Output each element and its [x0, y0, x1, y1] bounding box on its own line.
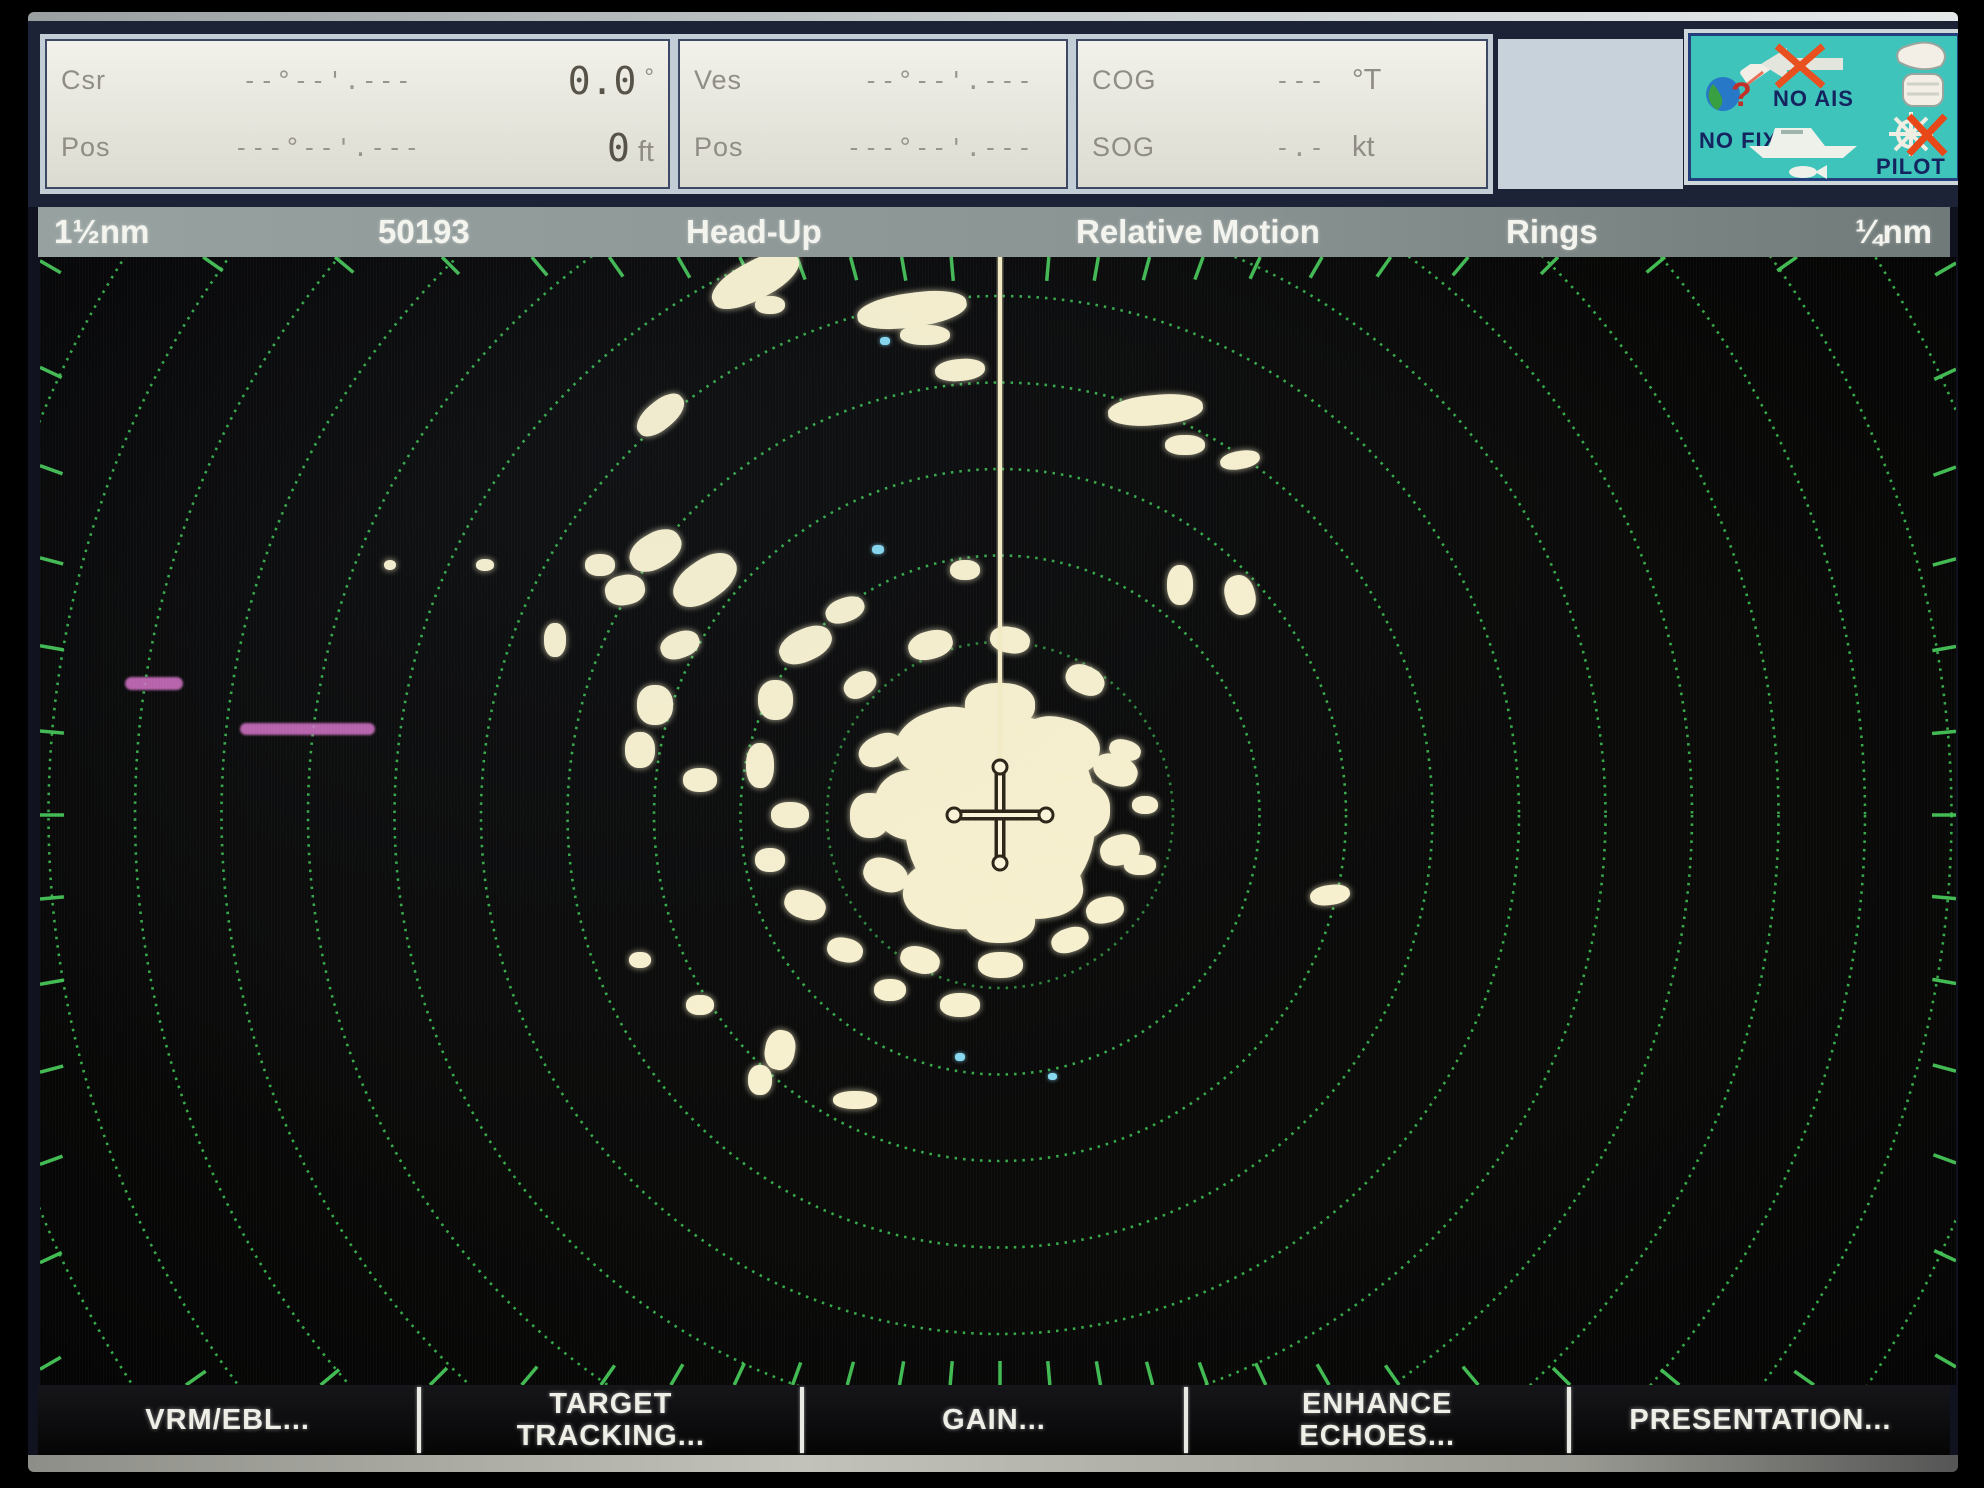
cog-label: COG: [1092, 65, 1192, 96]
motion-mode[interactable]: Relative Motion: [1076, 213, 1320, 251]
cursor-pos-placeholder: ---°--'.---: [161, 133, 494, 162]
orientation-mode[interactable]: Head-Up: [686, 213, 822, 251]
radar-screen: Csr --°--'.--- 0.0° Pos ---°--'.--- 0ft …: [28, 12, 1958, 1472]
vessel-position-placeholder: --°--'.---: [794, 66, 1052, 95]
cursor-depth-value: 0: [607, 126, 630, 170]
boat-icon: [1745, 118, 1865, 162]
status-bar: 1½nm 50193 Head-Up Relative Motion Rings…: [38, 207, 1950, 257]
vessel-pos-placeholder: ---°--'.---: [794, 133, 1052, 162]
cog-unit: °T: [1352, 64, 1472, 97]
header: Csr --°--'.--- 0.0° Pos ---°--'.--- 0ft …: [28, 21, 1958, 207]
sog-label: SOG: [1092, 132, 1192, 163]
menu-presentation[interactable]: PRESENTATION...: [1571, 1385, 1950, 1455]
pilot-label: PILOT: [1876, 154, 1946, 180]
screen-top-bezel: [28, 12, 1958, 21]
hand-icon: [1889, 40, 1951, 112]
softkey-menu: VRM/EBL... TARGET TRACKING... GAIN... EN…: [38, 1385, 1950, 1455]
vessel-panel: Ves --°--'.--- Pos ---°--'.---: [678, 39, 1068, 189]
sog-unit: kt: [1352, 131, 1472, 164]
nav-panel: COG --- °T SOG -.- kt: [1076, 39, 1488, 189]
no-ais-label: NO AIS: [1773, 86, 1854, 112]
menu-vrm-ebl[interactable]: VRM/EBL...: [38, 1385, 417, 1455]
vessel-label: Ves: [694, 65, 794, 96]
menu-target-tracking[interactable]: TARGET TRACKING...: [421, 1385, 800, 1455]
cursor-depth-unit: ft: [638, 136, 654, 168]
no-ais-icon: [1757, 42, 1847, 90]
menu-enhance-echoes[interactable]: ENHANCE ECHOES...: [1188, 1385, 1567, 1455]
screen-bottom-bezel: [28, 1455, 1958, 1472]
radar-viewport[interactable]: [40, 257, 1956, 1385]
rings-label[interactable]: Rings: [1506, 213, 1598, 251]
svg-text:?: ?: [1731, 76, 1752, 114]
cursor-cross: [947, 760, 1053, 870]
header-filler: [1498, 39, 1683, 189]
display-id: 50193: [378, 213, 470, 251]
rings-interval[interactable]: ¼nm: [1855, 213, 1932, 251]
cursor-panel: Csr --°--'.--- 0.0° Pos ---°--'.--- 0ft: [45, 39, 670, 189]
fish-icon: [1787, 164, 1827, 180]
vessel-pos-label: Pos: [694, 132, 794, 163]
range-scale[interactable]: 1½nm: [54, 213, 149, 251]
cursor-bearing-label: Csr: [61, 65, 161, 96]
status-icon-box: ? NO FIX NO AIS: [1688, 33, 1958, 181]
cursor-bearing-value: 0.0: [568, 59, 637, 103]
cog-value: ---: [1192, 66, 1344, 95]
cursor-pos-label: Pos: [61, 132, 161, 163]
cursor-bearing-unit: °: [644, 64, 654, 92]
menu-gain[interactable]: GAIN...: [804, 1385, 1183, 1455]
heading-cursor-layer: [40, 257, 1956, 1385]
sog-value: -.-: [1192, 133, 1344, 162]
cursor-position-placeholder: --°--'.---: [161, 66, 494, 95]
